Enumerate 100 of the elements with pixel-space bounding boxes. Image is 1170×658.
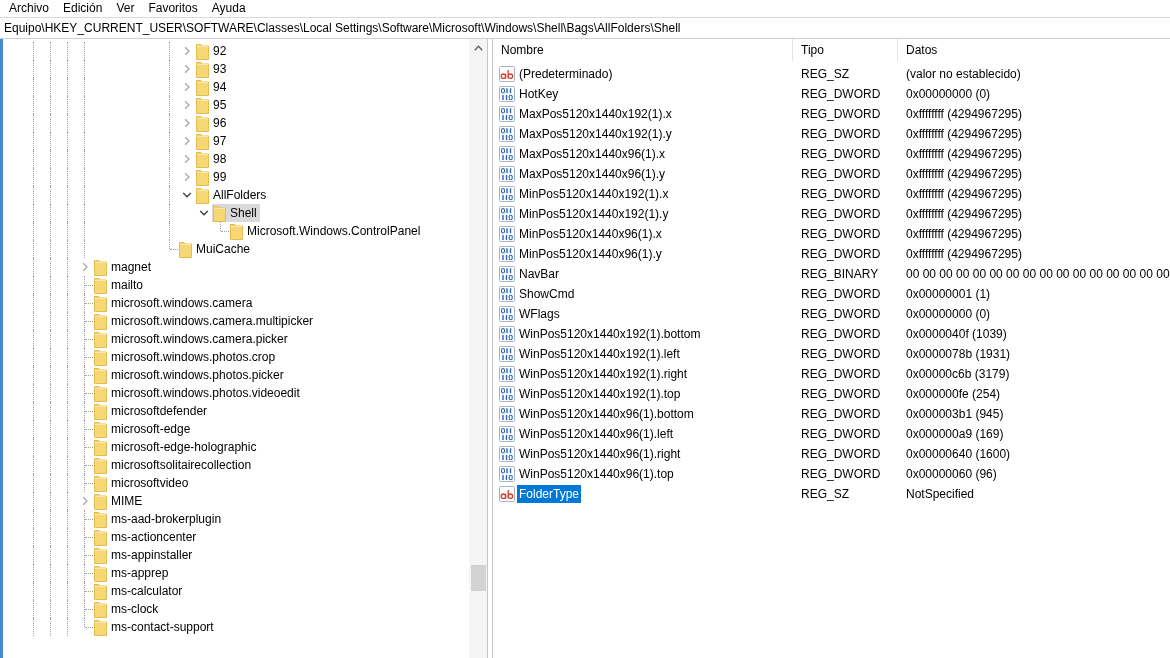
tree-item[interactable]: ms-aad-brokerplugin [93, 510, 225, 528]
value-data: 0x00000c6b (3179) [905, 366, 1011, 383]
tree-item[interactable]: microsoft-edge-holographic [93, 438, 260, 456]
tree-item[interactable]: microsoft.windows.photos.picker [93, 366, 287, 384]
string-value-icon [499, 66, 515, 82]
value-type: REG_DWORD [800, 426, 882, 443]
chevron-icon[interactable] [198, 208, 209, 218]
scrollbar-track[interactable] [469, 39, 487, 658]
tree-item[interactable]: AllFolders [195, 186, 270, 204]
value-name[interactable]: MinPos5120x1440x192(1).y [517, 205, 671, 223]
value-name[interactable]: HotKey [517, 85, 561, 103]
value-type: REG_DWORD [800, 86, 882, 103]
value-name[interactable]: WinPos5120x1440x96(1).bottom [517, 405, 696, 423]
tree-item[interactable]: microsoft.windows.camera.picker [93, 330, 291, 348]
tree-item[interactable]: ms-calculator [93, 582, 186, 600]
value-type: REG_DWORD [800, 446, 882, 463]
value-data: 0xffffffff (4294967295) [905, 246, 1023, 263]
folder-icon [196, 150, 209, 168]
scrollbar-thumb[interactable] [470, 565, 486, 592]
tree-item[interactable]: MuiCache [178, 240, 254, 258]
tree-item[interactable]: 97 [195, 132, 230, 150]
tree-item[interactable]: microsoft.windows.photos.crop [93, 348, 279, 366]
value-name[interactable]: MinPos5120x1440x192(1).x [517, 185, 671, 203]
tree-item[interactable]: magnet [93, 258, 155, 276]
column-header[interactable]: Datos [898, 39, 1170, 61]
value-name[interactable]: WinPos5120x1440x96(1).right [517, 445, 683, 463]
binary-value-icon [499, 106, 515, 122]
tree-item[interactable]: ms-contact-support [93, 618, 217, 636]
tree-item[interactable]: 96 [195, 114, 230, 132]
menu-item[interactable]: Favoritos [141, 0, 205, 17]
value-name[interactable]: NavBar [517, 265, 561, 283]
tree-item[interactable]: ms-apprep [93, 564, 172, 582]
binary-value-icon [499, 426, 515, 442]
folder-icon [94, 294, 107, 312]
value-name[interactable]: MinPos5120x1440x96(1).x [517, 225, 664, 243]
address-field[interactable]: Equipo\HKEY_CURRENT_USER\SOFTWARE\Classes\Local Settings\Software\Microsoft\Windows\Shell\Bags\AllFolders\Shell [0, 17, 1170, 39]
menu-item[interactable]: Ayuda [204, 0, 253, 17]
value-name[interactable]: MaxPos5120x1440x96(1).y [517, 165, 668, 183]
tree-item[interactable]: Microsoft.Windows.ControlPanel [229, 222, 424, 240]
value-name[interactable]: WinPos5120x1440x96(1).top [517, 465, 676, 483]
tree-item[interactable]: microsoftdefender [93, 402, 211, 420]
value-type: REG_BINARY [800, 266, 880, 283]
binary-value-icon [499, 186, 515, 202]
value-type: REG_DWORD [800, 366, 882, 383]
value-name[interactable]: FolderType [517, 485, 582, 503]
value-name[interactable]: MinPos5120x1440x96(1).y [517, 245, 664, 263]
value-type: REG_DWORD [800, 326, 882, 343]
value-name[interactable]: WinPos5120x1440x192(1).left [517, 345, 682, 363]
tree-item[interactable]: 93 [195, 60, 230, 78]
column-header[interactable]: Nombre [493, 39, 793, 61]
value-name[interactable]: MaxPos5120x1440x192(1).y [517, 125, 674, 143]
tree-item[interactable]: microsoftsolitairecollection [93, 456, 255, 474]
chevron-icon[interactable] [181, 190, 192, 200]
binary-value-icon [499, 386, 515, 402]
folder-icon [196, 132, 209, 150]
tree-item[interactable]: mailto [93, 276, 146, 294]
value-type: REG_SZ [800, 486, 850, 503]
value-type: REG_DWORD [800, 466, 882, 483]
tree-item[interactable]: 98 [195, 150, 230, 168]
tree-item[interactable]: microsoftvideo [93, 474, 192, 492]
folder-icon [94, 366, 107, 384]
tree-item[interactable]: Shell [212, 204, 260, 222]
value-type: REG_DWORD [800, 186, 882, 203]
tree-item[interactable]: microsoft.windows.photos.videoedit [93, 384, 303, 402]
column-header[interactable]: Tipo [793, 39, 898, 61]
tree-item[interactable]: ms-clock [93, 600, 162, 618]
tree-item[interactable]: microsoft-edge [93, 420, 194, 438]
tree-item[interactable]: 94 [195, 78, 230, 96]
value-name[interactable]: WinPos5120x1440x192(1).top [517, 385, 683, 403]
menu-item[interactable]: Ver [109, 0, 142, 17]
value-data: 00 00 00 00 00 00 00 00 00 00 00 00 00 00 00 00 [905, 266, 1170, 283]
tree-item[interactable]: 95 [195, 96, 230, 114]
folder-icon [94, 438, 107, 456]
binary-value-icon [499, 146, 515, 162]
tree-item[interactable]: MIME [93, 492, 146, 510]
tree-item[interactable]: ms-appinstaller [93, 546, 196, 564]
value-type: REG_DWORD [800, 126, 882, 143]
value-name[interactable]: MaxPos5120x1440x192(1).x [517, 105, 674, 123]
tree-item[interactable]: 92 [195, 42, 230, 60]
folder-icon [94, 510, 107, 528]
value-name[interactable]: WFlags [517, 305, 562, 323]
folder-icon [196, 96, 209, 114]
menu-item[interactable]: Archivo [2, 0, 56, 17]
value-name[interactable]: (Predeterminado) [517, 65, 615, 83]
value-name[interactable]: WinPos5120x1440x192(1).right [517, 365, 690, 383]
value-data: 0xffffffff (4294967295) [905, 206, 1023, 223]
folder-icon [94, 528, 107, 546]
folder-icon [94, 474, 107, 492]
tree-item[interactable]: microsoft.windows.camera.multipicker [93, 312, 317, 330]
folder-icon [94, 312, 107, 330]
tree-item[interactable]: ms-actioncenter [93, 528, 200, 546]
tree-item[interactable]: 99 [195, 168, 230, 186]
tree-item[interactable]: microsoft.windows.camera [93, 294, 256, 312]
binary-value-icon [499, 326, 515, 342]
menu-item[interactable]: Edición [56, 0, 110, 17]
value-name[interactable]: WinPos5120x1440x192(1).bottom [517, 325, 703, 343]
value-name[interactable]: MaxPos5120x1440x96(1).x [517, 145, 668, 163]
folder-icon [94, 384, 107, 402]
value-name[interactable]: WinPos5120x1440x96(1).left [517, 425, 676, 443]
value-name[interactable]: ShowCmd [517, 285, 577, 303]
